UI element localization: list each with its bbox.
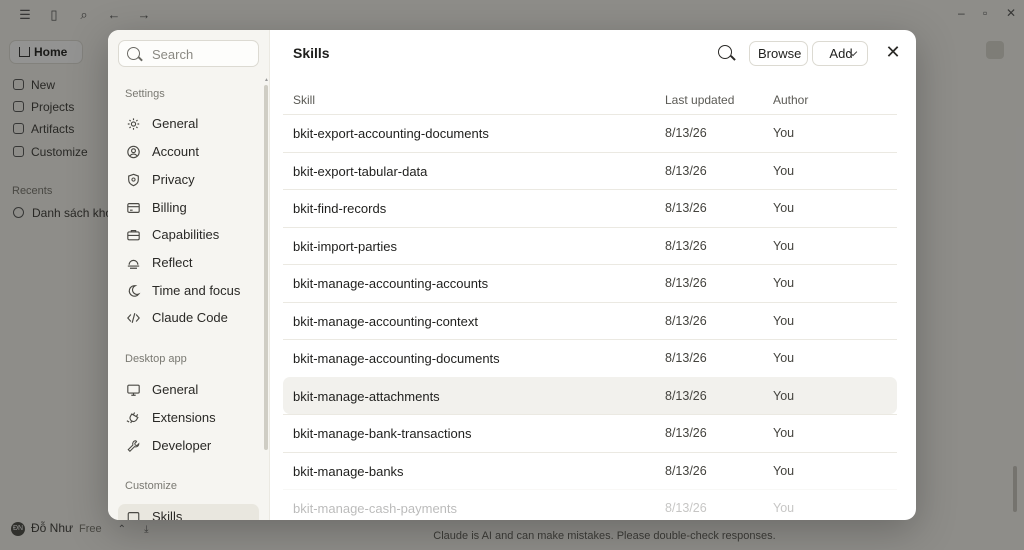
section-customize: Customize: [125, 480, 177, 492]
skill-updated: 8/13/26: [665, 164, 707, 178]
skill-name: bkit-manage-accounting-context: [293, 314, 478, 329]
table-row[interactable]: bkit-find-records 8/13/26 You: [283, 189, 897, 226]
monitor-icon: [127, 384, 140, 396]
sidebar-item-reflect[interactable]: Reflect: [118, 250, 259, 276]
search-icon: [127, 47, 140, 60]
user-circle-icon: [127, 145, 140, 159]
skill-updated: 8/13/26: [665, 239, 707, 253]
table-row[interactable]: bkit-manage-cash-payments 8/13/26 You: [283, 489, 897, 520]
table-row[interactable]: bkit-manage-accounting-accounts 8/13/26 …: [283, 264, 897, 301]
skill-author: You: [773, 239, 795, 253]
table-row-hovered[interactable]: bkit-manage-attachments 8/13/26 You: [283, 377, 897, 414]
skill-updated: 8/13/26: [665, 314, 707, 328]
skill-name: bkit-manage-cash-payments: [293, 501, 458, 516]
table-header: Skill Last updated Author: [283, 90, 897, 115]
skill-updated: 8/13/26: [665, 426, 707, 440]
column-header-skill[interactable]: Skill: [293, 93, 315, 107]
skill-updated: 8/13/26: [665, 501, 707, 515]
skill-updated: 8/13/26: [665, 201, 707, 215]
scroll-up-icon[interactable]: ▲: [264, 77, 269, 83]
skill-author: You: [773, 164, 795, 178]
skill-author: You: [773, 276, 795, 290]
skills-panel: Skills Browse Add ✕ ▲ Skill Last updated…: [270, 30, 916, 520]
moon-icon: [128, 285, 141, 297]
skill-name: bkit-manage-accounting-accounts: [293, 276, 489, 291]
plug-icon: [126, 412, 139, 424]
sidebar-item-privacy[interactable]: Privacy: [118, 167, 259, 193]
table-row[interactable]: bkit-export-accounting-documents 8/13/26…: [283, 114, 897, 151]
page-title: Skills: [293, 45, 330, 61]
wrench-icon: [127, 440, 140, 452]
sidebar-item-developer[interactable]: Developer: [118, 433, 259, 459]
skill-name: bkit-export-tabular-data: [293, 164, 428, 179]
section-settings: Settings: [125, 88, 165, 100]
skill-name: bkit-manage-bank-transactions: [293, 426, 472, 441]
sidebar-item-desktop-general[interactable]: General: [118, 377, 259, 403]
column-header-last-updated[interactable]: Last updated: [665, 93, 734, 107]
close-icon[interactable]: ✕: [884, 43, 902, 61]
skill-name: bkit-manage-banks: [293, 464, 404, 479]
search-box[interactable]: [118, 40, 259, 67]
table-row[interactable]: bkit-manage-bank-transactions 8/13/26 Yo…: [283, 414, 897, 451]
add-button[interactable]: Add: [812, 41, 868, 66]
reflect-icon: [127, 259, 140, 269]
add-button-label: Add: [829, 46, 853, 61]
table-row[interactable]: bkit-export-tabular-data 8/13/26 You: [283, 152, 897, 189]
skill-updated: 8/13/26: [665, 351, 707, 365]
sidebar-scrollbar[interactable]: [264, 85, 268, 450]
skills-icon: [127, 512, 140, 520]
column-header-author[interactable]: Author: [773, 93, 808, 107]
skill-updated: 8/13/26: [665, 276, 707, 290]
search-icon[interactable]: [718, 45, 732, 59]
settings-modal: ▲ Settings General Account Privacy Billi…: [108, 30, 916, 520]
table-row[interactable]: bkit-manage-accounting-context 8/13/26 Y…: [283, 302, 897, 339]
skill-updated: 8/13/26: [665, 464, 707, 478]
skill-name: bkit-export-accounting-documents: [293, 126, 489, 141]
settings-sidebar: ▲ Settings General Account Privacy Billi…: [108, 30, 270, 520]
skills-table: Skill Last updated Author bkit-export-ac…: [283, 78, 897, 520]
sidebar-item-claude-code[interactable]: Claude Code: [118, 305, 259, 331]
skill-name: bkit-import-parties: [293, 239, 398, 254]
skill-author: You: [773, 201, 795, 215]
shield-icon: [128, 173, 139, 187]
briefcase-icon: [127, 230, 140, 241]
code-icon: [127, 313, 140, 323]
skill-author: You: [773, 426, 795, 440]
table-row[interactable]: bkit-import-parties 8/13/26 You: [283, 227, 897, 264]
skill-author: You: [773, 464, 795, 478]
gear-icon: [127, 118, 140, 130]
table-row[interactable]: bkit-manage-banks 8/13/26 You: [283, 452, 897, 489]
sidebar-item-billing[interactable]: Billing: [118, 195, 259, 221]
sidebar-item-time-and-focus[interactable]: Time and focus: [118, 278, 259, 304]
table-row[interactable]: bkit-manage-accounting-documents 8/13/26…: [283, 339, 897, 376]
skill-name: bkit-manage-accounting-documents: [293, 351, 500, 366]
skill-updated: 8/13/26: [665, 126, 707, 140]
skill-author: You: [773, 351, 795, 365]
skill-name: bkit-find-records: [293, 201, 387, 216]
sidebar-item-skills[interactable]: Skills: [118, 504, 259, 520]
credit-card-icon: [127, 203, 140, 213]
skill-author: You: [773, 126, 795, 140]
sidebar-item-extensions[interactable]: Extensions: [118, 405, 259, 431]
skill-updated: 8/13/26: [665, 389, 707, 403]
skill-name: bkit-manage-attachments: [293, 389, 440, 404]
sidebar-item-account[interactable]: Account: [118, 139, 259, 165]
skill-author: You: [773, 389, 795, 403]
skill-author: You: [773, 314, 795, 328]
skill-author: You: [773, 501, 795, 515]
sidebar-item-general[interactable]: General: [118, 111, 259, 137]
sidebar-item-capabilities[interactable]: Capabilities: [118, 222, 259, 248]
browse-button[interactable]: Browse: [749, 41, 808, 66]
search-input[interactable]: [152, 45, 252, 63]
section-desktop-app: Desktop app: [125, 353, 187, 365]
